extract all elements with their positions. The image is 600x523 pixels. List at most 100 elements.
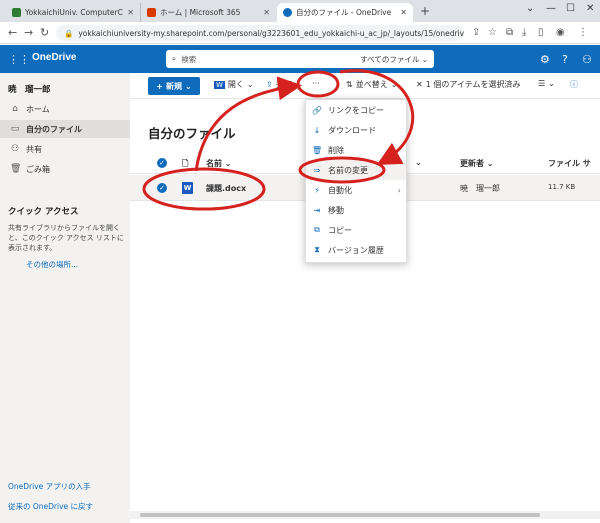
sidebar-item-my-files[interactable]: ▭ 自分のファイル [0, 120, 130, 138]
sort-button[interactable]: ⇅ 並べ替え ⌄ [346, 79, 397, 90]
close-window-icon[interactable]: ✕ [586, 3, 594, 14]
get-onedrive-app-link[interactable]: OneDrive アプリの入手 [8, 481, 91, 492]
sidebar-item-home[interactable]: ⌂ ホーム [0, 100, 130, 118]
page-title: 自分のファイル [148, 126, 236, 141]
menu-item-move[interactable]: ⇥ 移動 [306, 200, 406, 220]
sort-icon: ⇅ [346, 80, 353, 89]
menu-item-download[interactable]: ↓ ダウンロード [306, 120, 406, 140]
context-menu: 🔗 リンクをコピー ↓ ダウンロード 🗑 削除 ⇒ 名前の変更 ⚡ 自動化 › … [305, 99, 407, 263]
search-placeholder: 検索 [181, 54, 197, 64]
open-button[interactable]: W 開く ⌄ [214, 79, 254, 90]
close-tab-icon[interactable]: ✕ [263, 8, 270, 17]
column-name[interactable]: 名前 ⌄ [206, 158, 232, 169]
new-tab-icon[interactable]: + [420, 4, 430, 18]
column-file-size[interactable]: ファイル サ [548, 158, 591, 169]
close-tab-icon[interactable]: ✕ [127, 8, 134, 17]
info-icon: ⓘ [570, 80, 578, 89]
bookmark-star-icon[interactable]: ☆ [488, 27, 497, 38]
view-options-button[interactable]: ☰ ⌄ [538, 79, 555, 88]
browser-tabstrip: YokkaichiUniv. ComputerCenter | ✕ ホーム | … [0, 0, 600, 22]
reload-icon[interactable]: ↻ [40, 26, 49, 39]
tab-title: YokkaichiUniv. ComputerCenter | [25, 8, 123, 17]
sidepanel-icon[interactable]: ▯ [538, 27, 544, 38]
download-icon[interactable]: ⤓ [522, 27, 526, 38]
rename-icon: ⇒ [313, 165, 321, 175]
word-file-icon: W [182, 182, 193, 194]
sidebar-item-label: 自分のファイル [26, 124, 82, 134]
menu-item-delete[interactable]: 🗑 削除 [306, 140, 406, 160]
sidebar-item-label: 共有 [26, 144, 42, 154]
move-icon: ⇥ [313, 205, 321, 215]
quick-access-title: クイック アクセス [8, 207, 79, 217]
copy-icon: ⧉ [314, 225, 320, 234]
extension-icon[interactable]: ⧉ [506, 27, 513, 38]
university-favicon-icon [12, 8, 21, 17]
onedrive-header: ⋮⋮ OneDrive ⌕ 検索 すべてのファイル ⌄ ⚙ ? ⚇ [0, 45, 600, 73]
column-modified-by[interactable]: 更新者 ⌄ [460, 158, 494, 169]
menu-item-copy[interactable]: ⧉ コピー [306, 220, 406, 240]
minimize-icon[interactable]: — [546, 3, 556, 14]
file-size: 11.7 KB [548, 183, 576, 191]
url-field[interactable]: 🔒 yokkaichiuniversity-my.sharepoint.com/… [56, 25, 464, 41]
row-checkbox[interactable]: ✓ [157, 183, 167, 193]
selection-status[interactable]: ✕ 1 個のアイテムを選択済み [416, 79, 521, 90]
quick-access-description: 共有ライブラリからファイルを開くと、このクイック アクセス リストに表示されます… [8, 224, 124, 252]
profile-icon[interactable]: ◉ [556, 27, 565, 38]
plus-icon: + [156, 81, 163, 91]
search-scope-dropdown[interactable]: すべてのファイル ⌄ [360, 54, 428, 65]
menu-item-version-history[interactable]: ⧗ バージョン履歴 [306, 240, 406, 260]
sidebar: 暁 瑠一郎 ⌂ ホーム ▭ 自分のファイル ⚇ 共有 🗑 ごみ箱 クイック アク… [0, 73, 130, 523]
chevron-down-icon: ⌄ [548, 79, 555, 88]
sidebar-item-recycle-bin[interactable]: 🗑 ごみ箱 [0, 160, 130, 178]
forward-icon[interactable]: → [24, 26, 33, 39]
more-actions-button[interactable]: ··· [312, 79, 320, 88]
other-places-link[interactable]: その他の場所... [26, 259, 78, 270]
file-type-icon[interactable]: 🗋 [182, 158, 188, 172]
close-icon[interactable]: ✕ [416, 80, 423, 89]
m365-favicon-icon [147, 8, 156, 17]
new-button[interactable]: + 新規 ⌄ [148, 77, 200, 95]
browser-tab-m365-home[interactable]: ホーム | Microsoft 365 ✕ [140, 3, 276, 22]
browser-tab-computer-center[interactable]: YokkaichiUniv. ComputerCenter | ✕ [6, 3, 140, 22]
scrollbar-thumb[interactable] [140, 513, 540, 517]
word-icon: W [214, 80, 225, 89]
chevron-down-icon[interactable]: ⌄ [526, 3, 534, 14]
trash-icon: 🗑 [10, 164, 22, 174]
lock-icon: 🔒 [64, 28, 74, 38]
app-name[interactable]: OneDrive [32, 52, 76, 63]
maximize-icon[interactable]: ☐ [566, 3, 575, 14]
column-modified-chevron[interactable]: ⌄ [415, 158, 422, 167]
file-name[interactable]: 課題.docx [206, 183, 246, 194]
back-icon[interactable]: ← [8, 26, 17, 39]
sidebar-item-label: ホーム [26, 104, 50, 114]
folder-icon: ▭ [10, 124, 20, 134]
close-tab-icon[interactable]: ✕ [400, 8, 407, 17]
account-icon[interactable]: ⚇ [582, 53, 592, 66]
gear-icon[interactable]: ⚙ [540, 53, 550, 66]
kebab-menu-icon[interactable]: ⋮ [578, 27, 588, 38]
tab-title: 自分のファイル - OneDrive [296, 8, 392, 17]
help-icon[interactable]: ? [562, 53, 568, 66]
browser-tab-onedrive[interactable]: 自分のファイル - OneDrive ✕ [277, 3, 413, 22]
automate-icon: ⚡ [314, 185, 320, 195]
menu-item-rename[interactable]: ⇒ 名前の変更 [306, 160, 406, 180]
history-icon: ⧗ [314, 245, 320, 254]
search-icon: ⌕ [172, 54, 177, 63]
menu-item-copy-link[interactable]: 🔗 リンクをコピー [306, 100, 406, 120]
info-button[interactable]: ⓘ [570, 79, 578, 90]
search-input[interactable]: ⌕ 検索 すべてのファイル ⌄ [166, 50, 434, 68]
share-button[interactable]: ⇪ 共有 [266, 79, 292, 90]
share-icon: ⇪ [266, 80, 273, 89]
chevron-down-icon: ⌄ [390, 80, 398, 89]
app-launcher-icon[interactable]: ⋮⋮ [8, 53, 30, 66]
trash-icon: 🗑 [312, 145, 323, 155]
classic-onedrive-link[interactable]: 従来の OneDrive に戻す [8, 501, 93, 512]
share-page-icon[interactable]: ⇪ [472, 27, 480, 38]
select-all-checkbox[interactable]: ✓ [157, 158, 167, 168]
chevron-down-icon: ⌄ [185, 81, 192, 91]
menu-item-automate[interactable]: ⚡ 自動化 › [306, 180, 406, 200]
sidebar-item-shared[interactable]: ⚇ 共有 [0, 140, 130, 158]
home-icon: ⌂ [12, 104, 18, 114]
url-text: yokkaichiuniversity-my.sharepoint.com/pe… [78, 28, 464, 38]
file-modified-by: 暁 瑠一郎 [460, 184, 500, 193]
